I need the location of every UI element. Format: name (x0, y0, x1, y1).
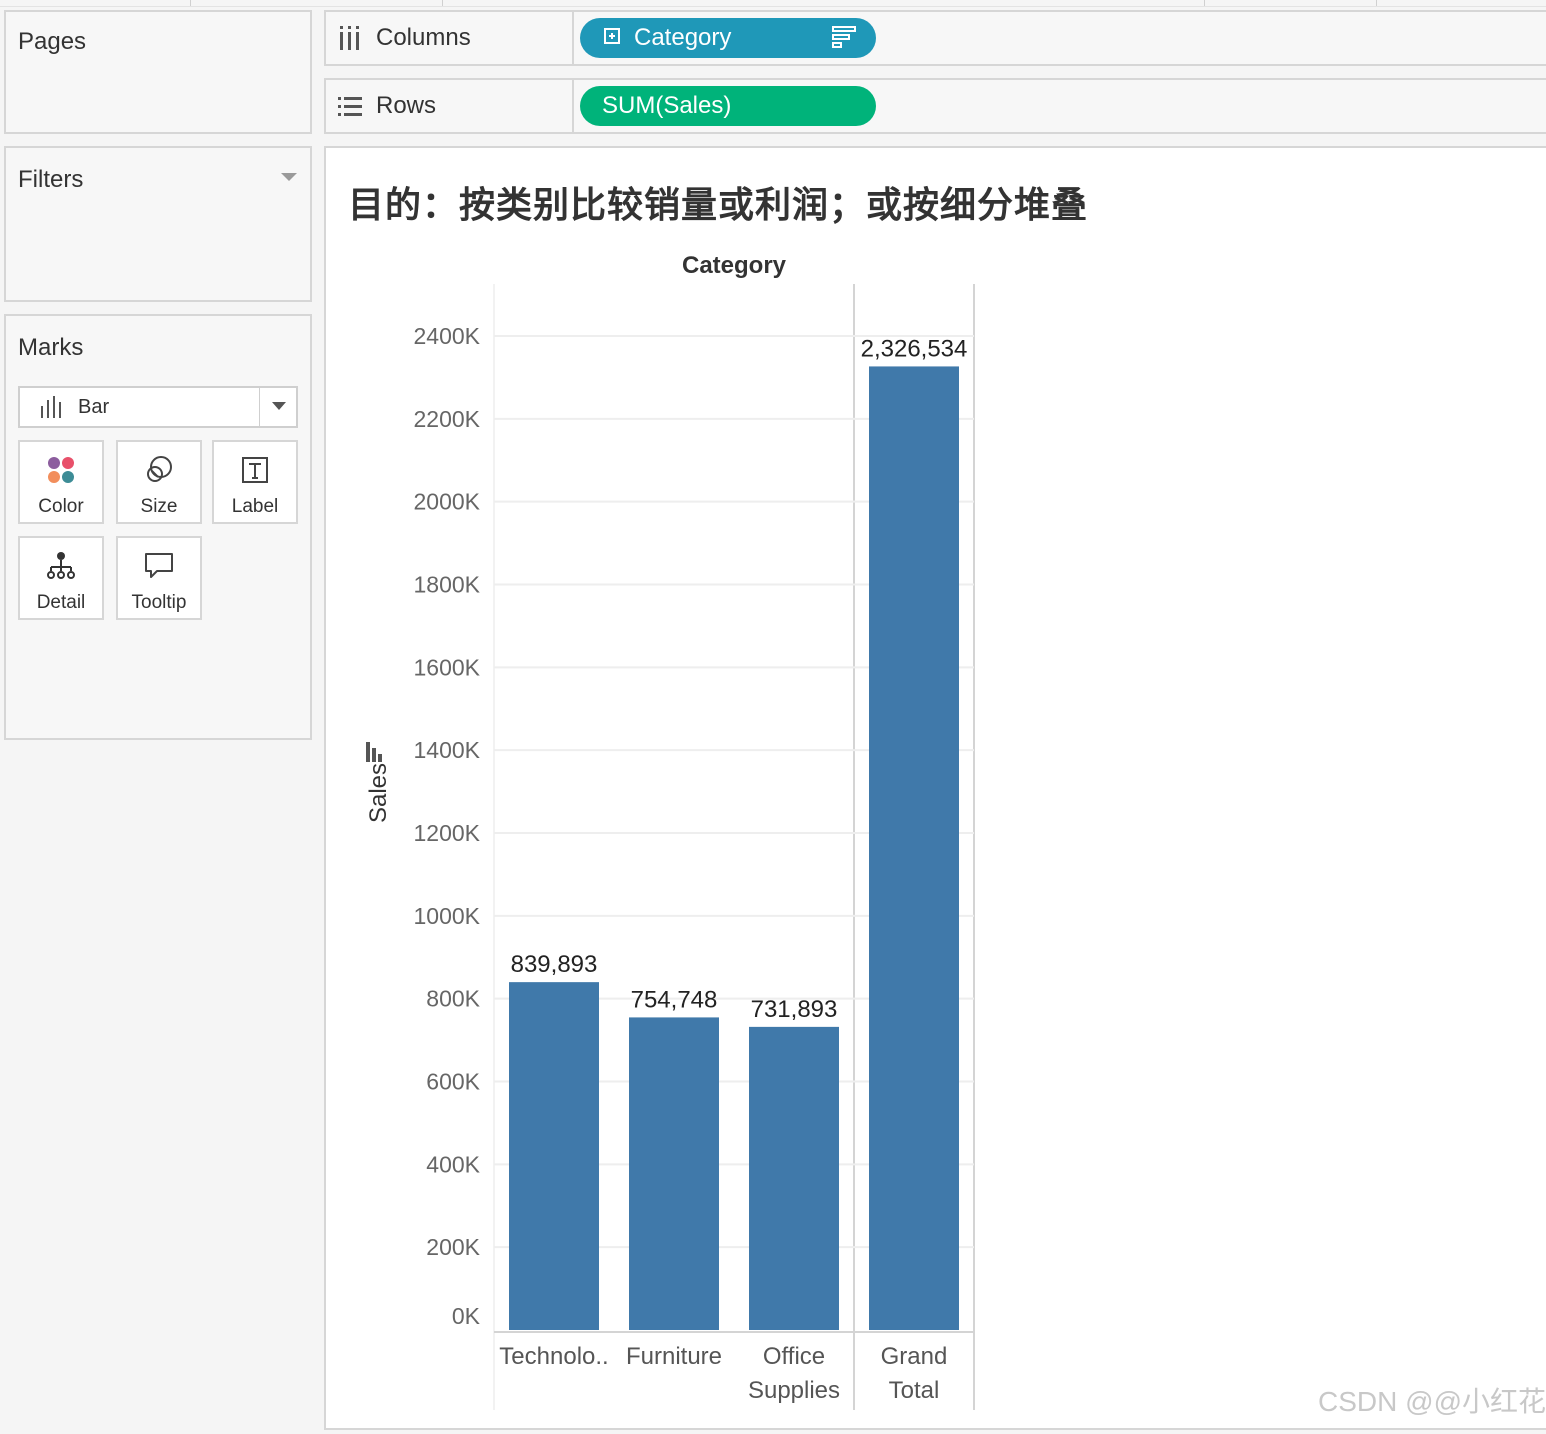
bar-chart-icon (41, 396, 61, 418)
y-tick-label: 0K (452, 1303, 481, 1329)
y-tick-label: 600K (426, 1069, 480, 1095)
sum-sales-pill[interactable]: SUM(Sales) (580, 86, 876, 126)
detail-button-label: Detail (36, 592, 86, 613)
y-tick-label: 1800K (413, 572, 480, 598)
marks-card: Marks Bar Color Size Label Detail Toolti… (4, 314, 312, 740)
size-button[interactable]: Size (116, 440, 202, 524)
bar (869, 366, 959, 1330)
chevron-down-icon[interactable] (280, 172, 298, 182)
x-tick-label: Furniture (626, 1343, 722, 1370)
y-tick-label: 800K (426, 986, 480, 1012)
y-tick-label: 2200K (413, 406, 480, 432)
expand-icon[interactable] (604, 28, 620, 44)
category-pill-label: Category (634, 24, 732, 51)
bar (749, 1026, 839, 1330)
columns-shelf-label: Columns (326, 12, 574, 64)
category-pill[interactable]: Category (580, 18, 876, 58)
mark-type-label: Bar (78, 396, 110, 418)
x-tick-label: Grand (881, 1343, 948, 1370)
size-icon (147, 456, 172, 482)
pages-title: Pages (18, 28, 87, 55)
data-label: 2,326,534 (861, 335, 968, 362)
x-tick-label: Technolo.. (499, 1343, 608, 1370)
tooltip-button-label: Tooltip (131, 592, 187, 613)
y-tick-label: 2400K (413, 323, 480, 349)
top-strip (0, 0, 1546, 7)
pages-card[interactable]: Pages (4, 10, 312, 134)
data-label: 731,893 (751, 996, 838, 1023)
label-button[interactable]: Label (212, 440, 298, 524)
bar-chart: Category 0K 200K 400K 600K 800K 1000K 1200K 1400… (365, 252, 975, 1410)
sort-icon[interactable] (832, 26, 856, 48)
chevron-down-icon[interactable] (272, 402, 286, 410)
columns-icon (340, 26, 359, 50)
sum-sales-pill-label: SUM(Sales) (602, 92, 732, 119)
rows-shelf-label: Rows (326, 80, 574, 132)
bar (629, 1017, 719, 1330)
label-button-label: Label (231, 496, 279, 517)
watermark: CSDN @@小红花 (1318, 1386, 1546, 1417)
y-tick-label: 1200K (413, 820, 480, 846)
detail-button[interactable]: Detail (18, 536, 104, 620)
label-icon (242, 457, 268, 483)
y-axis-label: Sales (365, 763, 392, 823)
y-tick-label: 200K (426, 1234, 480, 1260)
color-icon (48, 457, 74, 483)
color-button[interactable]: Color (18, 440, 104, 524)
y-tick-label: 1400K (413, 737, 480, 763)
x-tick-label: Total (889, 1377, 940, 1404)
detail-icon (47, 552, 75, 579)
rows-label: Rows (376, 92, 437, 119)
rows-shelf[interactable]: Rows SUM(Sales) (324, 78, 1546, 134)
tooltip-icon (145, 553, 173, 578)
y-tick-label: 1600K (413, 654, 480, 680)
rows-icon (338, 97, 362, 116)
data-label: 754,748 (631, 986, 718, 1013)
y-tick-label: 400K (426, 1151, 480, 1177)
marks-title: Marks (18, 334, 84, 361)
x-tick-label: Supplies (748, 1377, 840, 1404)
filters-title: Filters (18, 166, 84, 193)
mark-type-dropdown[interactable]: Bar (18, 386, 298, 428)
columns-shelf[interactable]: Columns Category (324, 10, 1546, 66)
y-tick-label: 2000K (413, 489, 480, 515)
column-header: Category (682, 252, 787, 279)
color-button-label: Color (38, 496, 84, 517)
data-label: 839,893 (511, 951, 598, 978)
sort-indicator-icon[interactable] (366, 742, 382, 762)
y-tick-label: 1000K (413, 903, 480, 929)
size-button-label: Size (140, 496, 178, 517)
dropdown-divider (259, 388, 260, 426)
x-tick-label: Office (763, 1343, 825, 1370)
columns-label: Columns (376, 24, 471, 51)
tooltip-button[interactable]: Tooltip (116, 536, 202, 620)
filters-card[interactable]: Filters (4, 146, 312, 302)
viz-area: 目的：按类别比较销量或利润；或按细分堆叠 Category 0K 200K 400K 6… (324, 146, 1546, 1430)
bar (509, 982, 599, 1330)
